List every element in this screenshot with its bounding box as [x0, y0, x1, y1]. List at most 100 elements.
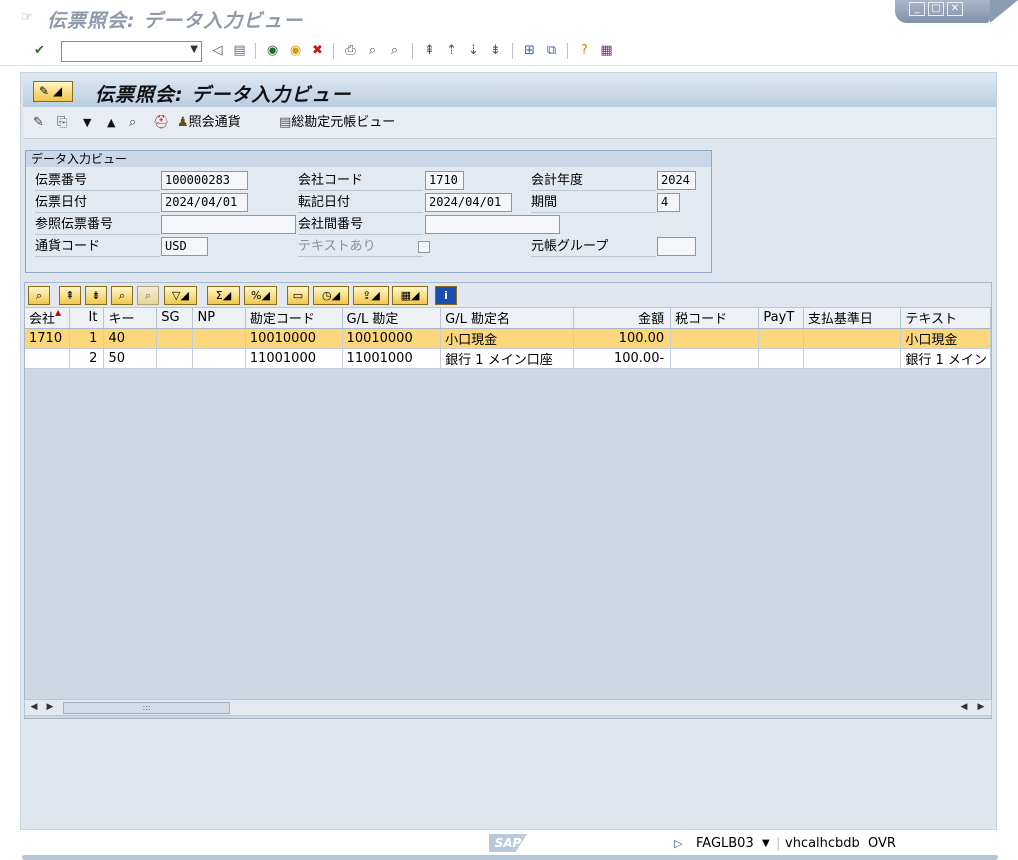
- chevron-down-icon[interactable]: ▼: [762, 835, 770, 853]
- column-header[interactable]: 会社▲: [25, 308, 71, 329]
- hat-icon[interactable]: ⛑: [153, 114, 170, 132]
- column-header[interactable]: 金額: [573, 308, 672, 329]
- currency-field[interactable]: USD: [161, 237, 208, 256]
- first-page-icon[interactable]: ⇞: [421, 42, 438, 59]
- maximize-icon[interactable]: □: [928, 2, 944, 16]
- table-cell[interactable]: 10010000: [245, 328, 343, 349]
- filter-icon[interactable]: ▽◢: [164, 286, 197, 305]
- cancel-icon[interactable]: ✖: [309, 42, 326, 59]
- ledger-group-field[interactable]: [657, 237, 696, 256]
- sort-ascending-icon[interactable]: ⇞: [59, 286, 81, 305]
- chevron-down-icon[interactable]: ▼: [190, 44, 198, 55]
- table-cell[interactable]: [670, 348, 760, 369]
- magnifier-icon[interactable]: ⌕: [129, 114, 136, 132]
- last-page-icon[interactable]: ⇟: [487, 42, 504, 59]
- table-cell[interactable]: 50: [103, 348, 158, 369]
- exit-icon[interactable]: ◉: [287, 42, 304, 59]
- print-icon[interactable]: ⎙: [342, 42, 359, 59]
- table-cell[interactable]: [670, 328, 760, 349]
- menu-arrow-icon[interactable]: ☞: [21, 11, 36, 24]
- shortcut-icon[interactable]: ⧉: [543, 42, 560, 59]
- next-item-down-icon[interactable]: ▼: [83, 114, 91, 132]
- find-next-icon[interactable]: ⌕: [386, 42, 403, 59]
- reference-field[interactable]: [161, 215, 296, 234]
- layout-icon[interactable]: ▦: [598, 42, 615, 59]
- back-nav-icon[interactable]: ◉: [264, 42, 281, 59]
- table-cell[interactable]: 1710: [25, 328, 71, 349]
- prev-page-icon[interactable]: ⇡: [443, 42, 460, 59]
- column-header[interactable]: NP: [192, 308, 246, 329]
- prev-item-up-icon[interactable]: ▲: [107, 114, 115, 132]
- copy-icon[interactable]: ⎘: [57, 114, 67, 132]
- table-cell[interactable]: [758, 328, 804, 349]
- column-header[interactable]: テキスト: [900, 308, 991, 329]
- table-cell[interactable]: 銀行 1 メイン口座: [440, 348, 575, 369]
- command-field[interactable]: ▼: [61, 41, 202, 62]
- column-header[interactable]: キー: [103, 308, 158, 329]
- layout-icon[interactable]: ▦◢: [392, 286, 428, 305]
- print-preview-icon[interactable]: ▭: [287, 286, 309, 305]
- table-cell[interactable]: [192, 348, 246, 369]
- find-next-icon[interactable]: ⌕: [137, 286, 159, 305]
- table-cell[interactable]: 11001000: [245, 348, 343, 369]
- find-icon[interactable]: ⌕: [111, 286, 133, 305]
- help-icon[interactable]: ?: [576, 42, 593, 59]
- table-cell[interactable]: [803, 348, 902, 369]
- table-cell[interactable]: [156, 328, 194, 349]
- table-row[interactable]: 1710 1 40 10010000 10010000 小口現金 100.00 …: [25, 328, 991, 349]
- table-cell[interactable]: [192, 328, 246, 349]
- column-header[interactable]: 税コード: [670, 308, 760, 329]
- column-header[interactable]: 支払基準日: [803, 308, 902, 329]
- cross-company-field[interactable]: [425, 215, 560, 234]
- table-cell[interactable]: 小口現金: [440, 328, 575, 349]
- edit-icon[interactable]: ✎: [33, 114, 44, 132]
- table-cell[interactable]: 10010000: [342, 328, 442, 349]
- minimize-icon[interactable]: _: [909, 2, 925, 16]
- scroll-right-icon[interactable]: ▶: [974, 701, 988, 714]
- table-cell[interactable]: [25, 348, 71, 369]
- table-row[interactable]: 2 50 11001000 11001000 銀行 1 メイン口座 100.00…: [25, 348, 991, 369]
- table-cell[interactable]: 小口現金: [900, 328, 991, 349]
- column-header[interactable]: G/L 勘定名: [440, 308, 575, 329]
- collapse-left-icon[interactable]: ◁: [209, 42, 226, 59]
- table-cell[interactable]: 1: [69, 328, 105, 349]
- column-header[interactable]: It: [69, 308, 105, 329]
- views-icon[interactable]: ◷◢: [313, 286, 349, 305]
- column-header[interactable]: PayT: [758, 308, 804, 329]
- table-cell[interactable]: [156, 348, 194, 369]
- enter-icon[interactable]: ✔: [31, 42, 48, 59]
- next-page-icon[interactable]: ⇣: [465, 42, 482, 59]
- find-icon[interactable]: ⌕: [364, 42, 381, 59]
- horizontal-scrollbar[interactable]: ◀ ▶ ::: ◀ ▶: [24, 699, 992, 716]
- period-field[interactable]: 4: [657, 193, 680, 212]
- column-header[interactable]: G/L 勘定: [342, 308, 442, 329]
- scroll-left-icon[interactable]: ◀: [957, 701, 971, 714]
- new-session-icon[interactable]: ⊞: [521, 42, 538, 59]
- info-icon[interactable]: i: [435, 286, 457, 305]
- display-currency-button[interactable]: ♟照会通貨: [177, 114, 241, 132]
- doc-date-field[interactable]: 2024/04/01: [161, 193, 248, 212]
- expand-status-icon[interactable]: ▷: [674, 835, 682, 853]
- table-cell[interactable]: 40: [103, 328, 158, 349]
- details-icon[interactable]: ⌕: [28, 286, 50, 305]
- table-cell[interactable]: 2: [69, 348, 105, 369]
- text-exists-checkbox[interactable]: [418, 241, 430, 253]
- save-icon[interactable]: ▤: [231, 42, 248, 59]
- ledger-view-button[interactable]: ▤総勘定元帳ビュー: [279, 114, 395, 132]
- scroll-left-icon[interactable]: ◀: [27, 701, 41, 714]
- company-code-field[interactable]: 1710: [425, 171, 464, 190]
- sum-icon[interactable]: Σ◢: [207, 286, 240, 305]
- table-cell[interactable]: 100.00: [573, 328, 672, 349]
- table-cell[interactable]: [803, 328, 902, 349]
- posting-date-field[interactable]: 2024/04/01: [425, 193, 512, 212]
- export-icon[interactable]: ⇪◢: [353, 286, 389, 305]
- table-cell[interactable]: 11001000: [342, 348, 442, 369]
- column-header[interactable]: 勘定コード: [245, 308, 343, 329]
- header-menu-button[interactable]: ✎ ◢: [33, 81, 73, 102]
- fiscal-year-field[interactable]: 2024: [657, 171, 696, 190]
- table-cell[interactable]: 100.00-: [573, 348, 672, 369]
- table-cell[interactable]: 銀行 1 メイン: [900, 348, 991, 369]
- scroll-right-icon[interactable]: ▶: [43, 701, 57, 714]
- sort-descending-icon[interactable]: ⇟: [85, 286, 107, 305]
- scrollbar-thumb[interactable]: :::: [63, 702, 230, 714]
